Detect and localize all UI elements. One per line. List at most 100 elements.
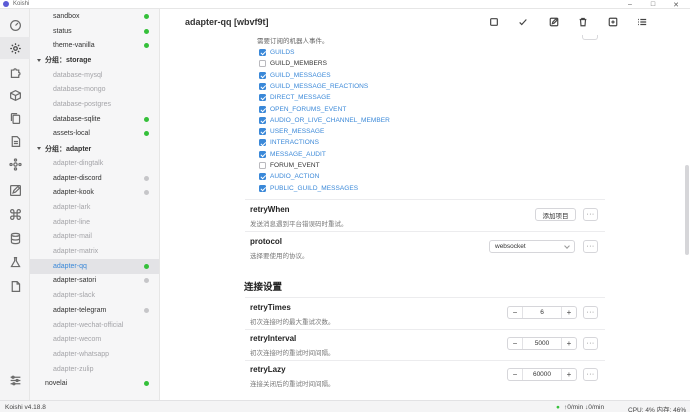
checkbox[interactable]	[259, 184, 266, 192]
close-button[interactable]: ✕	[666, 0, 686, 9]
intent-checkbox-forum-event[interactable]: FORUM_EVENT	[259, 160, 320, 171]
decrement-button[interactable]: −	[508, 369, 523, 380]
tree-item-database-sqlite[interactable]: database-sqlite	[30, 112, 159, 127]
tree-item-theme-vanilla[interactable]: theme-vanilla	[30, 38, 159, 53]
add-item-button[interactable]: 添加项目	[535, 208, 576, 221]
scrollbar[interactable]	[684, 35, 690, 400]
checkbox[interactable]	[259, 162, 266, 169]
retrylazy-value[interactable]: 60000	[523, 371, 561, 378]
scrollbar-thumb[interactable]	[685, 165, 689, 255]
delete-plugin-button[interactable]	[577, 16, 589, 28]
checkbox[interactable]	[259, 128, 266, 136]
tree-item-adapter-slack[interactable]: adapter-slack	[30, 288, 159, 303]
activity-editor[interactable]	[0, 179, 30, 201]
intents-description: 需要订阅的机器人事件。	[257, 38, 329, 45]
tree-item-adapter-telegram[interactable]: adapter-telegram	[30, 303, 159, 318]
intent-checkbox-open-forums-event[interactable]: OPEN_FORUMS_EVENT	[259, 104, 346, 115]
tree-item-adapter-discord[interactable]: adapter-discord	[30, 171, 159, 186]
retrytimes-value[interactable]: 6	[523, 309, 561, 316]
protocol-select[interactable]: websocket	[489, 240, 575, 253]
tree-item-adapter-satori[interactable]: adapter-satori	[30, 274, 159, 289]
intents-more-button[interactable]	[582, 35, 598, 40]
intent-checkbox-guilds[interactable]: GUILDS	[259, 47, 295, 58]
checkbox[interactable]	[259, 94, 266, 102]
activity-plugin-config[interactable]	[0, 37, 30, 59]
tree-item-adapter-matrix[interactable]: adapter-matrix	[30, 244, 159, 259]
activity-dependencies[interactable]	[0, 84, 30, 106]
minimize-button[interactable]: –	[620, 0, 640, 9]
activity-settings[interactable]	[0, 369, 30, 391]
intent-checkbox-guild-members[interactable]: GUILD_MEMBERS	[259, 58, 327, 69]
tree-item-database-mysql[interactable]: database-mysql	[30, 68, 159, 83]
protocol-more-button[interactable]: ···	[583, 240, 598, 253]
intent-checkbox-public-guild-messages[interactable]: PUBLIC_GUILD_MESSAGES	[259, 183, 358, 194]
retryinterval-stepper[interactable]: − 5000 +	[507, 337, 577, 350]
activity-commands[interactable]	[0, 203, 30, 225]
tree-item-adapter-zulip[interactable]: adapter-zulip	[30, 362, 159, 377]
tree-group-adapter[interactable]: 分组：adapter	[30, 141, 159, 156]
intent-checkbox-audio-or-live-channel-member[interactable]: AUDIO_OR_LIVE_CHANNEL_MEMBER	[259, 115, 390, 126]
save-apply-button[interactable]	[517, 16, 529, 28]
activity-logs[interactable]	[0, 130, 30, 152]
retrywhen-more-button[interactable]: ···	[583, 208, 598, 221]
divider	[245, 231, 605, 232]
checkbox[interactable]	[259, 82, 266, 90]
increment-button[interactable]: +	[561, 369, 576, 380]
decrement-button[interactable]: −	[508, 307, 523, 318]
tree-item-status[interactable]: status	[30, 24, 159, 39]
checkbox[interactable]	[259, 173, 266, 181]
decrement-button[interactable]: −	[508, 338, 523, 349]
tree-item-novelai[interactable]: novelai	[30, 377, 159, 392]
tree-item-adapter-wecom[interactable]: adapter-wecom	[30, 332, 159, 347]
intent-checkbox-guild-messages[interactable]: GUILD_MESSAGES	[259, 70, 331, 81]
intent-checkbox-message-audit[interactable]: MESSAGE_AUDIT	[259, 149, 326, 160]
checkbox[interactable]	[259, 49, 266, 56]
retrylazy-stepper[interactable]: − 60000 +	[507, 368, 577, 381]
tree-item-adapter-line[interactable]: adapter-line	[30, 215, 159, 230]
retryinterval-more-button[interactable]: ···	[583, 337, 598, 350]
activity-dashboard[interactable]	[0, 14, 30, 36]
retryinterval-value[interactable]: 5000	[523, 340, 561, 347]
activity-market[interactable]	[0, 61, 30, 83]
plugin-list-button[interactable]	[636, 16, 648, 28]
tree-item-adapter-qq[interactable]: adapter-qq	[30, 258, 159, 274]
intent-checkbox-interactions[interactable]: INTERACTIONS	[259, 137, 319, 148]
tree-item-assets-local[interactable]: assets-local	[30, 127, 159, 142]
checkbox[interactable]	[259, 105, 266, 113]
status-dot	[144, 190, 149, 196]
intent-checkbox-user-message[interactable]: USER_MESSAGE	[259, 126, 324, 137]
increment-button[interactable]: +	[561, 338, 576, 349]
retrytimes-stepper[interactable]: − 6 +	[507, 306, 577, 319]
maximize-button[interactable]: □	[643, 0, 663, 9]
tree-item-adapter-wechat-official[interactable]: adapter-wechat-official	[30, 318, 159, 333]
checkbox[interactable]	[259, 150, 266, 158]
retrytimes-more-button[interactable]: ···	[583, 306, 598, 319]
tree-item-adapter-dingtalk[interactable]: adapter-dingtalk	[30, 156, 159, 171]
tree-group-storage[interactable]: 分组：storage	[30, 53, 159, 68]
checkbox[interactable]	[259, 60, 266, 68]
activity-bots[interactable]	[0, 153, 30, 175]
activity-database[interactable]	[0, 227, 30, 249]
activity-status[interactable]	[0, 275, 30, 297]
rename-button[interactable]	[548, 16, 560, 28]
activity-sandbox[interactable]	[0, 251, 30, 273]
tree-item-adapter-whatsapp[interactable]: adapter-whatsapp	[30, 347, 159, 362]
tree-item-adapter-lark[interactable]: adapter-lark	[30, 200, 159, 215]
tree-item-sandbox[interactable]: sandbox	[30, 9, 159, 24]
tree-item-database-postgres[interactable]: database-postgres	[30, 97, 159, 112]
tree-item-label: adapter-telegram	[53, 306, 107, 314]
intent-checkbox-audio-action[interactable]: AUDIO_ACTION	[259, 171, 319, 182]
tree-item-adapter-kook[interactable]: adapter-kook	[30, 185, 159, 200]
intent-checkbox-guild-message-reactions[interactable]: GUILD_MESSAGE_REACTIONS	[259, 81, 368, 92]
tree-item-adapter-mail[interactable]: adapter-mail	[30, 230, 159, 245]
activity-files[interactable]	[0, 107, 30, 129]
checkbox[interactable]	[259, 71, 266, 79]
checkbox[interactable]	[259, 116, 266, 124]
increment-button[interactable]: +	[561, 307, 576, 318]
stop-plugin-button[interactable]	[488, 16, 500, 28]
checkbox[interactable]	[259, 139, 266, 147]
intent-checkbox-direct-message[interactable]: DIRECT_MESSAGE	[259, 92, 331, 103]
retrylazy-more-button[interactable]: ···	[583, 368, 598, 381]
tree-item-database-mongo[interactable]: database-mongo	[30, 83, 159, 98]
add-plugin-button[interactable]	[607, 16, 619, 28]
